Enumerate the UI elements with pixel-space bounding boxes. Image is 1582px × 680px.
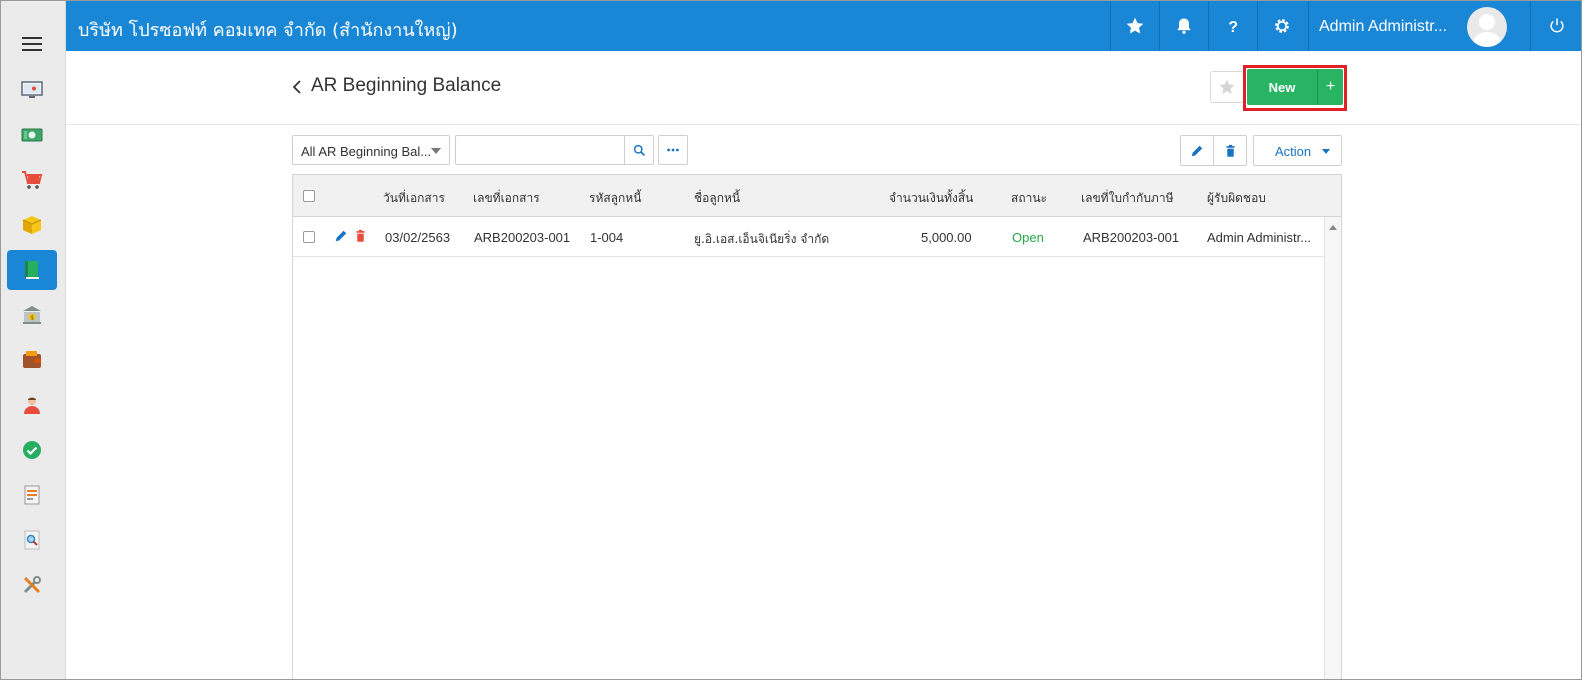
cart-icon [22, 171, 43, 189]
caret-down-icon [431, 148, 441, 154]
sidebar-item-dashboard[interactable] [7, 70, 57, 110]
search-icon [633, 144, 645, 156]
column-header[interactable]: ผู้รับผิดชอบ [1207, 189, 1266, 208]
chevron-left-icon [292, 80, 301, 94]
sidebar-item-inquiry[interactable] [7, 520, 57, 560]
star-icon [1126, 17, 1144, 34]
person-icon [24, 397, 40, 414]
ellipsis-icon [667, 148, 679, 152]
column-header[interactable]: เลขที่ใบกำกับภาษี [1081, 189, 1174, 208]
page-title: AR Beginning Balance [311, 75, 502, 96]
column-header[interactable]: วันที่เอกสาร [383, 189, 445, 208]
star-icon [1219, 79, 1235, 94]
vertical-scrollbar[interactable] [1324, 217, 1341, 679]
status-badge: Open [1012, 230, 1044, 245]
help-button[interactable]: ? [1208, 1, 1257, 51]
scroll-up-icon[interactable] [1329, 225, 1337, 230]
new-dropdown-button[interactable]: + [1317, 69, 1343, 105]
pencil-icon [1191, 145, 1203, 156]
logout-button[interactable] [1530, 1, 1581, 51]
data-grid: วันที่เอกสาร เลขที่เอกสาร รหัสลูกหนี้ ชื… [292, 174, 1342, 679]
trash-icon [356, 229, 365, 242]
more-options-button[interactable] [658, 135, 688, 165]
caret-down-icon [1322, 149, 1330, 154]
cell-responsible: Admin Administr... [1207, 230, 1312, 245]
column-header[interactable]: เลขที่เอกสาร [473, 189, 540, 208]
power-icon [1550, 18, 1564, 33]
sidebar-item-sales[interactable] [7, 160, 57, 200]
action-label: Action [1275, 144, 1312, 159]
top-bar: บริษัท โปรซอฟท์ คอมเทค จำกัด (สำนักงานให… [66, 1, 1581, 51]
sidebar-item-approve[interactable] [7, 430, 57, 470]
app-window: $ บริษัท โปรซอฟท์ คอมเทค จำกัด (สำนักงาน… [0, 0, 1582, 680]
filter-select[interactable]: All AR Beginning Bal... [292, 135, 450, 165]
column-header[interactable]: รหัสลูกหนี้ [589, 189, 641, 208]
gear-icon [1275, 19, 1289, 33]
user-name: Admin Administr... [1319, 18, 1448, 35]
filter-value: All AR Beginning Bal... [301, 144, 432, 159]
help-icon: ? [1228, 19, 1238, 36]
bank-icon: $ [23, 306, 41, 324]
cell-total: 5,000.00 [921, 230, 972, 245]
cell-customer-code: 1-004 [590, 230, 624, 245]
avatar[interactable] [1467, 7, 1507, 47]
sidebar-item-tools[interactable] [7, 565, 57, 605]
sidebar-item-bank[interactable]: $ [7, 295, 57, 335]
sidebar-item-accounting[interactable] [7, 250, 57, 290]
cell-tax-invoice-no: ARB200203-001 [1083, 230, 1180, 245]
report-icon [24, 485, 40, 505]
svg-text:?: ? [1228, 19, 1238, 36]
column-header[interactable]: จำนวนเงินทั้งสิ้น [889, 189, 973, 208]
row-delete-button[interactable] [354, 229, 368, 245]
user-menu[interactable]: Admin Administr... [1308, 1, 1530, 51]
sidebar-item-inventory[interactable] [7, 205, 57, 245]
action-dropdown[interactable]: Action [1253, 135, 1342, 166]
table-row[interactable]: 03/02/2563 ARB200203-001 1-004 ยู.อิ.เอส… [293, 217, 1324, 257]
column-header[interactable]: ชื่อลูกหนี้ [694, 189, 740, 208]
cell-doc-date: 03/02/2563 [385, 230, 451, 245]
sidebar-item-hr[interactable] [7, 385, 57, 425]
book-icon [25, 261, 39, 279]
pencil-icon [335, 230, 347, 242]
magnifier-doc-icon [24, 530, 40, 550]
trash-icon [1225, 144, 1235, 157]
grid-header: วันที่เอกสาร เลขที่เอกสาร รหัสลูกหนี้ ชื… [293, 175, 1341, 217]
sidebar-item-wallet[interactable] [7, 340, 57, 380]
favorite-page-button[interactable] [1210, 71, 1244, 103]
sidebar: $ [1, 1, 66, 679]
column-header[interactable]: สถานะ [1011, 189, 1047, 208]
select-all-checkbox[interactable] [303, 190, 315, 202]
notifications-button[interactable] [1159, 1, 1208, 51]
cell-doc-no: ARB200203-001 [474, 230, 571, 245]
menu-icon[interactable] [22, 37, 42, 51]
monitor-icon [21, 81, 43, 98]
delete-button[interactable] [1213, 135, 1247, 166]
company-name: บริษัท โปรซอฟท์ คอมเทค จำกัด (สำนักงานให… [78, 20, 458, 41]
favorites-button[interactable] [1110, 1, 1159, 51]
tools-icon [23, 576, 41, 594]
new-button[interactable]: New [1247, 69, 1317, 105]
search-button[interactable] [624, 135, 654, 165]
svg-text:$: $ [30, 314, 34, 321]
sidebar-item-reports[interactable] [7, 475, 57, 515]
row-edit-button[interactable] [334, 229, 348, 245]
wallet-icon [23, 351, 41, 368]
cell-customer-name: ยู.อิ.เอส.เอ็นจิเนียริ่ง จำกัด [694, 232, 830, 246]
sidebar-item-cash[interactable] [7, 115, 57, 155]
page-header: AR Beginning Balance New + [66, 51, 1581, 125]
money-icon [21, 128, 43, 142]
edit-button[interactable] [1180, 135, 1214, 166]
bell-icon [1177, 18, 1191, 34]
search-input[interactable] [455, 135, 625, 165]
back-button[interactable] [290, 77, 304, 97]
settings-button[interactable] [1257, 1, 1306, 51]
row-checkbox[interactable] [303, 231, 315, 243]
box-icon [22, 216, 42, 234]
check-icon [23, 441, 41, 459]
